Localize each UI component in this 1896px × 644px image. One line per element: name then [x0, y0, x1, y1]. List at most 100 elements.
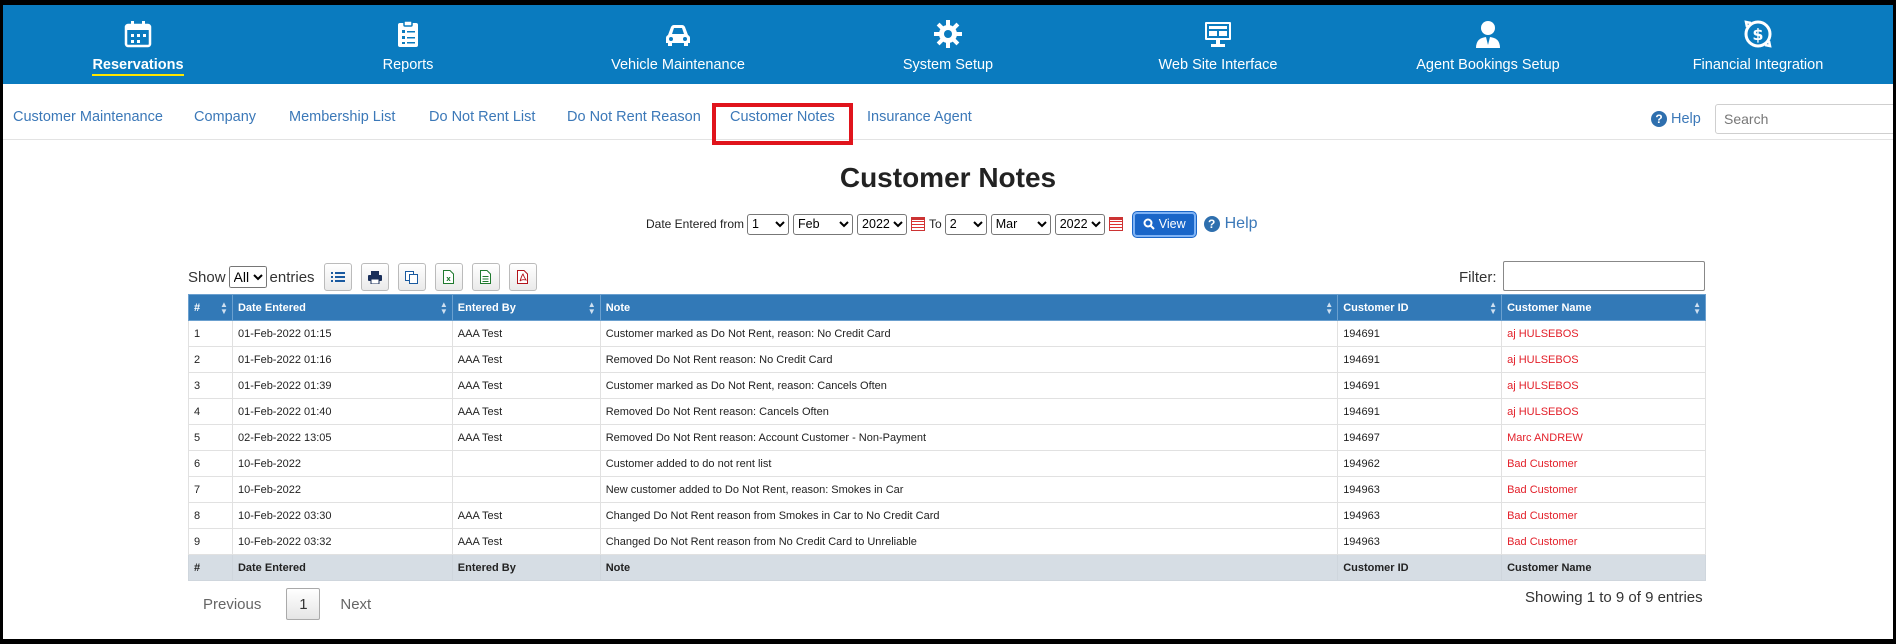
nav-vehicle-maintenance[interactable]: Vehicle Maintenance [543, 5, 813, 84]
cell-date-entered: 10-Feb-2022 [231, 450, 453, 477]
nav-reports[interactable]: Reports [273, 5, 543, 84]
cell-customer-name[interactable]: aj HULSEBOS [1501, 372, 1706, 399]
col-header-number[interactable]: # ▲ ▼ [188, 294, 233, 321]
nav-label: Web Site Interface [1158, 57, 1278, 73]
active-tab-highlight [712, 103, 853, 145]
cell-date-entered: 01-Feb-2022 01:15 [231, 320, 453, 347]
next-button[interactable]: Next [340, 596, 371, 613]
cell-number: 1 [188, 320, 233, 347]
help-link[interactable]: ? Help [1203, 215, 1258, 233]
cell-customer-name[interactable]: Marc ANDREW [1501, 424, 1706, 451]
pdf-export-button[interactable] [508, 263, 537, 291]
question-icon: ? [1203, 216, 1220, 232]
column-visibility-button[interactable] [323, 263, 352, 291]
col-footer-note: Note [599, 554, 1339, 581]
tab-membership-list[interactable]: Membership List [289, 109, 395, 125]
cell-customer-name[interactable]: Bad Customer [1501, 476, 1706, 503]
tab-do-not-rent-reason[interactable]: Do Not Rent Reason [567, 109, 701, 125]
clipboard-icon [398, 20, 418, 47]
cell-note: Customer marked as Do Not Rent, reason: … [599, 320, 1339, 347]
cell-entered-by [451, 450, 601, 477]
col-footer-date-entered: Date Entered [231, 554, 453, 581]
calendar-icon[interactable] [911, 217, 926, 231]
cell-note: Customer marked as Do Not Rent, reason: … [599, 372, 1339, 399]
cell-entered-by: AAA Test [451, 398, 601, 425]
previous-button[interactable]: Previous [203, 596, 261, 613]
tab-company[interactable]: Company [194, 109, 256, 125]
from-year-select[interactable]: 2022 [857, 213, 908, 235]
customer-notes-table: # ▲ ▼ Date Entered ▲ ▼ Entered By ▲ ▼ Note ▲ ▼ C… [188, 294, 1706, 581]
copy-button[interactable] [397, 263, 426, 291]
print-button[interactable] [360, 263, 389, 291]
nav-web-site-interface[interactable]: Web Site Interface [1083, 5, 1353, 84]
search-input[interactable] [1715, 104, 1893, 134]
cell-number: 2 [188, 346, 233, 373]
nav-label: System Setup [902, 57, 994, 73]
csv-export-button[interactable] [471, 263, 500, 291]
date-from-label: Date Entered from [646, 217, 745, 231]
view-button[interactable]: View [1132, 211, 1196, 237]
page-title: Customer Notes [839, 162, 1057, 193]
cell-customer-name[interactable]: aj HULSEBOS [1501, 346, 1706, 373]
col-header-label: # [194, 301, 201, 314]
cell-date-entered: 01-Feb-2022 01:39 [231, 372, 453, 399]
table-body: 1 01-Feb-2022 01:15 AAA Test Customer marke… [188, 320, 1706, 555]
tab-do-not-rent-list[interactable]: Do Not Rent List [429, 109, 535, 125]
cell-entered-by: AAA Test [451, 346, 601, 373]
filter-input[interactable] [1503, 261, 1705, 291]
to-day-select[interactable]: 2 [944, 213, 987, 235]
tab-customer-maintenance[interactable]: Customer Maintenance [13, 109, 163, 125]
nav-system-setup[interactable]: System Setup [813, 5, 1083, 84]
question-icon: ? [1651, 111, 1667, 127]
cell-date-entered: 10-Feb-2022 [231, 476, 453, 503]
nav-reservations[interactable]: Reservations [3, 5, 273, 84]
cell-customer-name[interactable]: Bad Customer [1501, 502, 1706, 529]
excel-export-button[interactable]: x [434, 263, 463, 291]
pdf-file-icon [517, 270, 529, 284]
date-to-label: To [929, 217, 942, 231]
cell-date-entered: 02-Feb-2022 13:05 [231, 424, 453, 451]
col-header-label: Entered By [457, 301, 516, 314]
nav-label: Reports [382, 57, 434, 73]
page-1-button[interactable]: 1 [286, 588, 321, 620]
from-day-select[interactable]: 1 [747, 213, 790, 235]
from-month-select[interactable]: Feb [793, 213, 854, 235]
cell-customer-name[interactable]: Bad Customer [1501, 528, 1706, 555]
cell-number: 8 [188, 502, 233, 529]
col-header-customer-name[interactable]: Customer Name ▲ ▼ [1501, 294, 1706, 321]
table-footer-row: # Date Entered Entered By Note Customer … [188, 554, 1706, 581]
col-header-entered-by[interactable]: Entered By ▲ ▼ [451, 294, 601, 321]
col-header-date-entered[interactable]: Date Entered ▲ ▼ [231, 294, 453, 321]
cell-customer-id: 194962 [1337, 450, 1503, 477]
col-footer-customer-name: Customer Name [1501, 554, 1706, 581]
cell-customer-name[interactable]: aj HULSEBOS [1501, 320, 1706, 347]
csv-file-icon [480, 270, 492, 284]
calendar-icon [124, 21, 152, 48]
help-link[interactable]: ? Help [1651, 111, 1701, 127]
pagination: Previous 1 Next [203, 588, 371, 620]
cell-entered-by: AAA Test [451, 320, 601, 347]
sort-icon: ▲ ▼ [1489, 299, 1498, 316]
col-footer-customer-id: Customer ID [1337, 554, 1503, 581]
nav-agent-bookings-setup[interactable]: Agent Bookings Setup [1353, 5, 1623, 84]
cell-customer-name[interactable]: Bad Customer [1501, 450, 1706, 477]
cell-customer-name[interactable]: aj HULSEBOS [1501, 398, 1706, 425]
to-year-select[interactable]: 2022 [1054, 213, 1105, 235]
col-header-customer-id[interactable]: Customer ID ▲ ▼ [1337, 294, 1503, 321]
table-info: Showing 1 to 9 of 9 entries [1525, 589, 1703, 606]
cell-date-entered: 01-Feb-2022 01:16 [231, 346, 453, 373]
entries-select[interactable]: All [228, 266, 267, 288]
table-header-row: # ▲ ▼ Date Entered ▲ ▼ Entered By ▲ ▼ Note ▲ ▼ C… [188, 294, 1706, 321]
col-header-note[interactable]: Note ▲ ▼ [599, 294, 1339, 321]
tab-insurance-agent[interactable]: Insurance Agent [867, 109, 972, 125]
to-month-select[interactable]: Mar [990, 213, 1051, 235]
dollar-icon: $ [1744, 20, 1772, 48]
nav-label: Financial Integration [1692, 57, 1824, 73]
car-icon [666, 25, 690, 46]
svg-text:$: $ [1752, 25, 1763, 44]
cell-customer-id: 194963 [1337, 502, 1503, 529]
table-row: 5 02-Feb-2022 13:05 AAA Test Removed Do Not… [188, 424, 1706, 451]
calendar-icon[interactable] [1108, 217, 1123, 231]
cell-number: 6 [188, 450, 233, 477]
nav-financial-integration[interactable]: $ Financial Integration [1623, 5, 1893, 84]
